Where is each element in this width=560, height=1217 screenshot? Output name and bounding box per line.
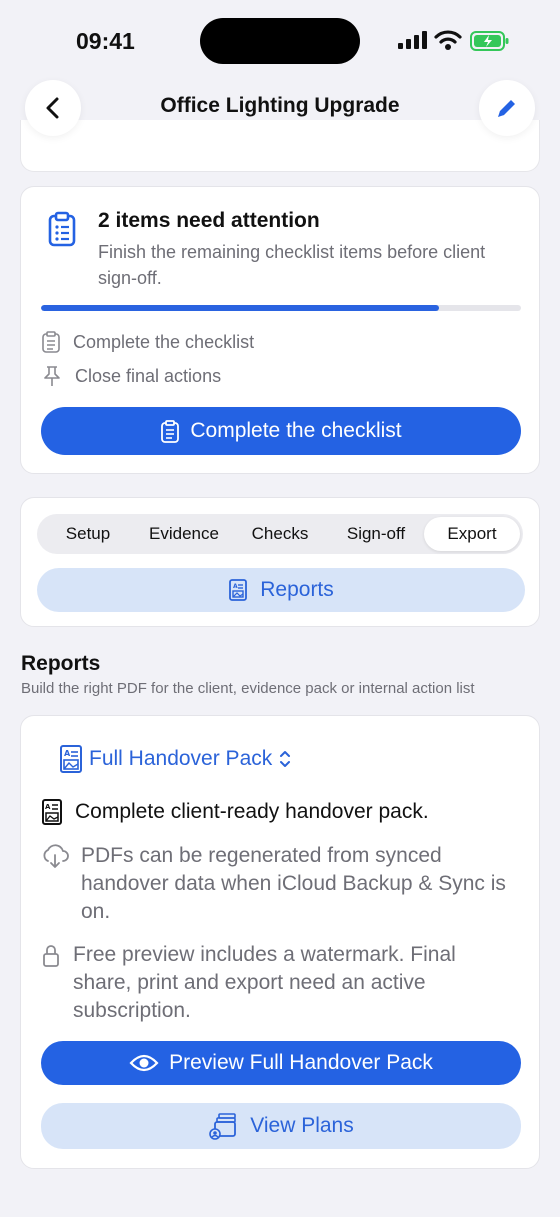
tab-sign-off[interactable]: Sign-off <box>328 517 424 551</box>
todo-checklist-row[interactable]: Complete the checklist <box>41 331 254 353</box>
attention-card: 2 items need attention Finish the remain… <box>20 186 540 474</box>
attention-description: Finish the remaining checklist items bef… <box>98 242 486 288</box>
tab-export[interactable]: Export <box>424 517 520 551</box>
edit-button[interactable] <box>479 80 535 136</box>
signal-icon <box>398 31 427 49</box>
back-button[interactable] <box>25 80 81 136</box>
todo-actions-label: Close final actions <box>75 365 222 386</box>
status-bar: 09:41 <box>0 0 560 80</box>
report-document-icon: A <box>60 745 82 773</box>
cloud-download-icon <box>43 844 69 868</box>
progress-fill <box>41 305 440 311</box>
view-plans-button[interactable]: View Plans <box>41 1103 521 1149</box>
clipboard-icon <box>161 420 180 443</box>
clipboard-list-icon <box>48 211 76 247</box>
report-card: A Full Handover Pack A Complete client-r… <box>20 715 540 1169</box>
tab-setup[interactable]: Setup <box>40 517 136 551</box>
chevron-left-icon <box>46 97 59 119</box>
svg-text:A: A <box>45 803 51 811</box>
todo-actions-row[interactable]: Close final actions <box>41 365 221 387</box>
preview-report-button[interactable]: Preview Full Handover Pack <box>41 1041 521 1085</box>
report-type-label: Full Handover Pack <box>89 747 273 770</box>
report-description-row: A Complete client-ready handover pack. <box>41 798 429 826</box>
reports-section-button[interactable]: A Reports <box>37 568 525 612</box>
workflow-tabs-card: Setup Evidence Checks Sign-off Export A … <box>20 497 540 627</box>
sync-note: PDFs can be regenerated from synced hand… <box>81 844 506 923</box>
eye-icon <box>129 1054 159 1072</box>
preview-report-label: Preview Full Handover Pack <box>169 1051 433 1074</box>
watermark-note: Free preview includes a watermark. Final… <box>73 943 456 1022</box>
svg-text:A: A <box>64 749 71 758</box>
wifi-icon <box>434 30 462 50</box>
progress-bar <box>41 305 521 311</box>
previous-card-edge <box>20 120 540 172</box>
battery-icon <box>470 31 509 51</box>
tab-checks[interactable]: Checks <box>232 517 328 551</box>
report-description: Complete client-ready handover pack. <box>75 800 429 823</box>
report-type-picker[interactable]: A Full Handover Pack <box>59 744 292 774</box>
workflow-segmented-control: Setup Evidence Checks Sign-off Export <box>37 514 523 554</box>
dynamic-island <box>200 18 360 64</box>
svg-text:A: A <box>233 583 238 590</box>
reports-subheading: Build the right PDF for the client, evid… <box>21 680 475 697</box>
complete-checklist-label: Complete the checklist <box>190 419 402 442</box>
sync-note-row: PDFs can be regenerated from synced hand… <box>41 842 531 926</box>
report-document-icon: A <box>42 799 62 825</box>
chevron-up-down-icon <box>280 751 291 767</box>
subscription-plans-icon <box>209 1113 237 1140</box>
reports-section-label: Reports <box>260 578 334 601</box>
complete-checklist-button[interactable]: Complete the checklist <box>41 407 521 455</box>
page-title: Office Lighting Upgrade <box>160 94 400 117</box>
lock-icon <box>43 945 59 967</box>
todo-checklist-label: Complete the checklist <box>73 331 255 352</box>
status-time: 09:41 <box>76 28 135 54</box>
watermark-note-row: Free preview includes a watermark. Final… <box>41 941 531 1025</box>
tab-evidence[interactable]: Evidence <box>136 517 232 551</box>
reports-heading: Reports <box>21 652 101 675</box>
pin-icon <box>44 366 60 386</box>
clipboard-icon <box>42 331 60 353</box>
attention-title: 2 items need attention <box>98 209 320 232</box>
report-document-icon: A <box>229 579 248 601</box>
view-plans-label: View Plans <box>250 1114 354 1137</box>
pencil-icon <box>498 100 515 117</box>
